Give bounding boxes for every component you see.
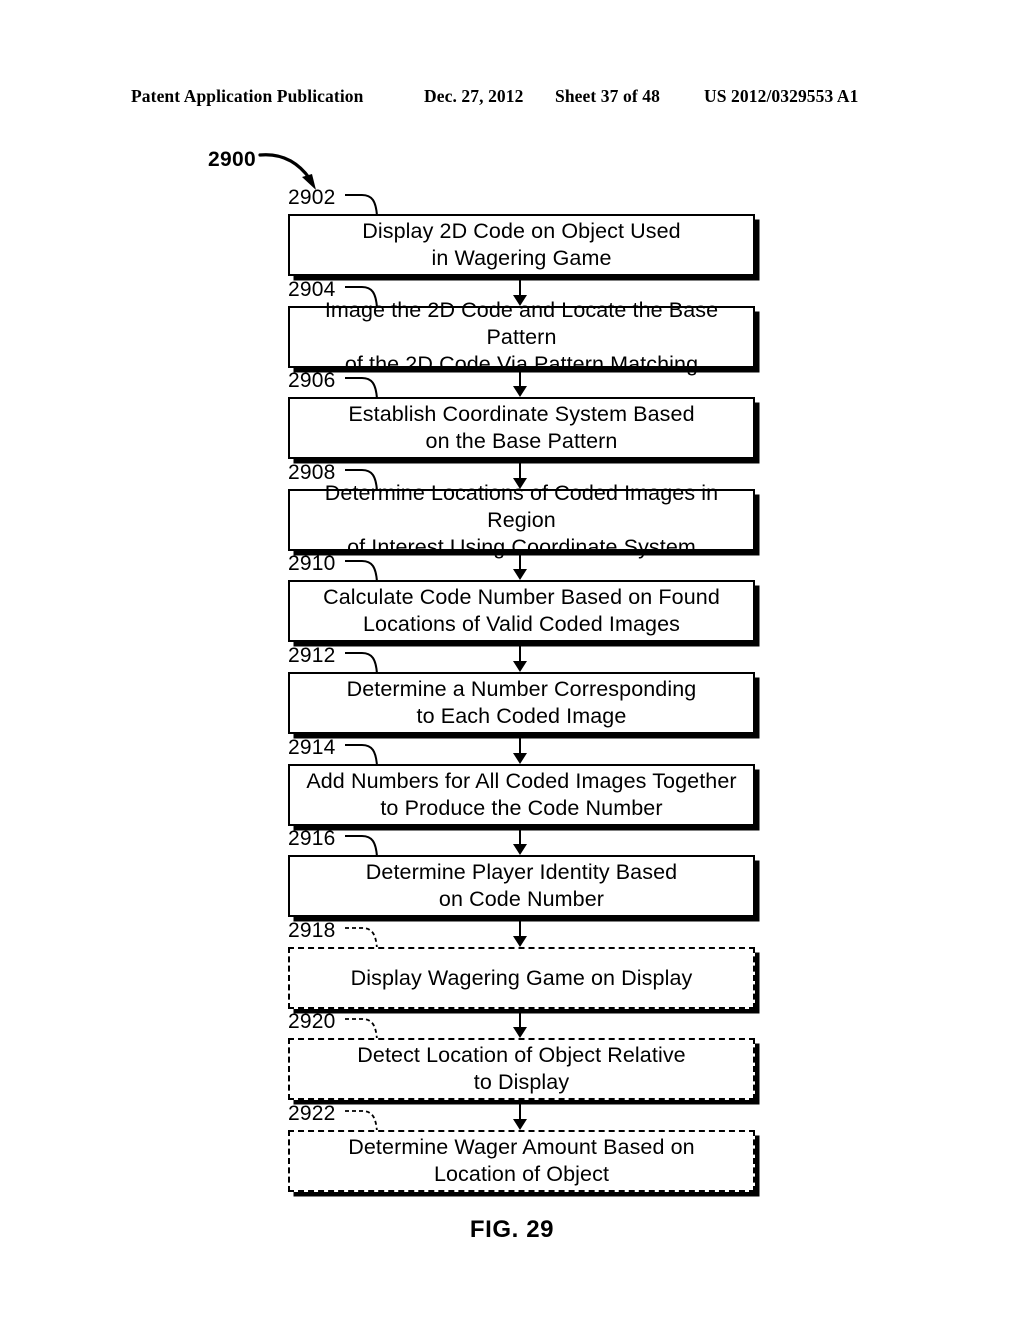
step-reference-2916: 2916 xyxy=(288,827,336,850)
step-text-2918: Display Wagering Game on Display xyxy=(350,965,693,990)
connector-shaft xyxy=(519,463,522,479)
step-box-2908: Determine Locations of Coded Images in R… xyxy=(288,481,755,559)
connector-shaft xyxy=(519,646,522,662)
flowchart-diagram: 2900 2902 Display 2D Code on Object Used … xyxy=(0,0,1024,1320)
step-box-2914: Add Numbers for All Coded Images Togethe… xyxy=(288,764,755,826)
connector-shaft xyxy=(519,921,522,937)
connector-arrow-2920-to-2922 xyxy=(511,1104,529,1130)
step-text-2920: Detect Location of Object Relative to Di… xyxy=(357,1043,686,1094)
connector-arrow-2904-to-2906 xyxy=(511,372,529,397)
step-reference-2920: 2920 xyxy=(288,1010,336,1033)
connector-shaft xyxy=(519,1104,522,1120)
arrowhead-icon xyxy=(513,386,527,397)
step-box-2920: Detect Location of Object Relative to Di… xyxy=(288,1038,755,1100)
connector-shaft xyxy=(519,738,522,754)
step-text-2904: Image the 2D Code and Locate the Base Pa… xyxy=(324,297,719,376)
step-reference-2912: 2912 xyxy=(288,644,336,667)
step-text-2906: Establish Coordinate System Based on the… xyxy=(348,402,695,453)
step-box-2902: Display 2D Code on Object Used in Wageri… xyxy=(288,214,755,276)
connector-arrow-2908-to-2910 xyxy=(511,555,529,580)
connector-arrow-2918-to-2920 xyxy=(511,1013,529,1038)
step-reference-2914: 2914 xyxy=(288,736,336,759)
step-box-2910: Calculate Code Number Based on Found Loc… xyxy=(288,580,755,642)
step-box-2912: Determine a Number Corresponding to Each… xyxy=(288,672,755,734)
step-reference-2906: 2906 xyxy=(288,369,336,392)
connector-arrow-2910-to-2912 xyxy=(511,646,529,672)
connector-shaft xyxy=(519,555,522,570)
arrowhead-icon xyxy=(513,753,527,764)
arrowhead-icon xyxy=(513,569,527,580)
figure-caption: FIG. 29 xyxy=(469,1216,555,1243)
connector-shaft xyxy=(519,372,522,387)
step-box-2918: Display Wagering Game on Display xyxy=(288,947,755,1009)
connector-arrow-2916-to-2918 xyxy=(511,921,529,947)
connector-arrow-2912-to-2914 xyxy=(511,738,529,764)
step-box-2916: Determine Player Identity Based on Code … xyxy=(288,855,755,917)
connector-shaft xyxy=(519,1013,522,1028)
step-text-2912: Determine a Number Corresponding to Each… xyxy=(346,677,697,728)
step-reference-2902: 2902 xyxy=(288,186,336,209)
step-box-2922: Determine Wager Amount Based on Location… xyxy=(288,1130,755,1192)
step-reference-2918: 2918 xyxy=(288,919,336,942)
step-text-2910: Calculate Code Number Based on Found Loc… xyxy=(323,585,720,636)
arrowhead-icon xyxy=(513,936,527,947)
step-box-2906: Establish Coordinate System Based on the… xyxy=(288,397,755,459)
connector-shaft xyxy=(519,280,522,296)
step-text-2916: Determine Player Identity Based on Code … xyxy=(365,860,678,911)
connector-shaft xyxy=(519,830,522,845)
step-text-2902: Display 2D Code on Object Used in Wageri… xyxy=(362,219,681,270)
arrowhead-icon xyxy=(513,661,527,672)
step-box-2904: Image the 2D Code and Locate the Base Pa… xyxy=(288,298,755,376)
step-text-2908: Determine Locations of Coded Images in R… xyxy=(324,480,719,559)
flow-reference-label: 2900 xyxy=(208,148,256,171)
arrowhead-icon xyxy=(513,1027,527,1038)
arrowhead-icon xyxy=(513,1119,527,1130)
connector-arrow-2914-to-2916 xyxy=(511,830,529,855)
step-reference-2910: 2910 xyxy=(288,552,336,575)
arrowhead-icon xyxy=(513,844,527,855)
step-text-2922: Determine Wager Amount Based on Location… xyxy=(348,1135,695,1186)
step-text-2914: Add Numbers for All Coded Images Togethe… xyxy=(306,769,737,820)
step-reference-2922: 2922 xyxy=(288,1102,336,1125)
